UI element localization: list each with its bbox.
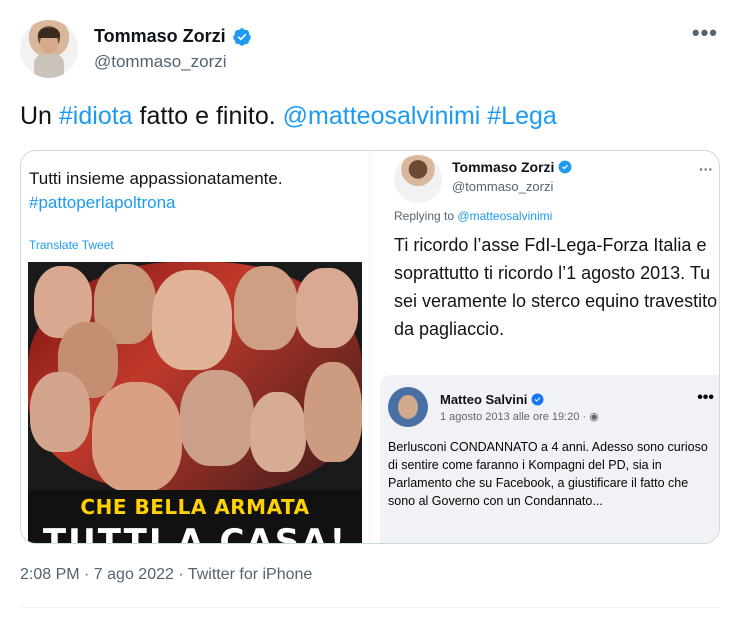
facebook-post-screenshot: Matteo Salvini 1 agosto 2013 alle ore 19…: [380, 375, 719, 543]
author-name-row[interactable]: Tommaso Zorzi: [94, 26, 252, 47]
quoted-author-handle: @tommaso_zorzi: [452, 179, 554, 194]
politicians-collage-image: CHE BELLA ARMATA SINISTRATA 🤣 TUTTI A CA…: [28, 262, 362, 543]
tweet-link-1[interactable]: #idiota: [59, 102, 133, 130]
collage-banner-top: CHE BELLA ARMATA SINISTRATA 🤣: [28, 490, 362, 543]
fb-avatar: [388, 387, 428, 427]
divider: [20, 607, 720, 608]
fb-date: 1 agosto 2013 alle ore 19:20 · ◉: [440, 411, 599, 423]
verified-badge-icon: [559, 160, 572, 174]
tweet-text-part-2: fatto e finito.: [132, 102, 283, 130]
fb-author-name: Matteo Salvini: [440, 392, 528, 407]
quoted-author-name: Tommaso Zorzi: [452, 159, 555, 175]
verified-badge-icon: [232, 27, 251, 46]
replying-prefix: Replying to: [394, 209, 455, 223]
tweet-text: Un #idiota fatto e finito. @matteosalvin…: [20, 102, 557, 131]
author-handle[interactable]: @tommaso_zorzi: [94, 52, 227, 72]
translate-tweet-link[interactable]: Translate Tweet: [29, 238, 114, 252]
quoted-media-card[interactable]: Tutti insieme appassionatamente. #pattop…: [20, 150, 720, 544]
quoted-left-text: Tutti insieme appassionatamente.: [29, 169, 283, 188]
fb-name-row: Matteo Salvini: [440, 392, 544, 407]
quoted-author-avatar: [394, 155, 442, 203]
replying-to: Replying to @matteosalvinimi: [394, 209, 552, 223]
fb-more-icon: •••: [697, 389, 714, 406]
quoted-left-hashtag[interactable]: #pattoperlapoltrona: [29, 193, 176, 213]
collage-banner-bottom: TUTTI A CASA!: [28, 522, 362, 543]
tweet-link-3[interactable]: @matteosalvinimi: [283, 102, 481, 130]
author-name[interactable]: Tommaso Zorzi: [94, 26, 226, 47]
verified-badge-icon: [531, 393, 544, 406]
fb-post-text: Berlusconi CONDANNATO a 4 anni. Adesso s…: [388, 440, 708, 508]
more-options-icon[interactable]: •••: [692, 22, 718, 44]
author-avatar[interactable]: [20, 20, 78, 78]
tweet: Tommaso Zorzi @tommaso_zorzi ••• Un #idi…: [0, 0, 740, 618]
tweet-text-part-0: Un: [20, 102, 59, 130]
quoted-author-name-row: Tommaso Zorzi: [452, 159, 572, 175]
tweet-timestamp[interactable]: 2:08 PM · 7 ago 2022 · Twitter for iPhon…: [20, 566, 312, 584]
tweet-link-5[interactable]: #Lega: [487, 102, 557, 130]
quoted-left-pane: Tutti insieme appassionatamente. #pattop…: [21, 151, 369, 543]
quoted-reply-text: Ti ricordo l’asse FdI-Lega-Forza Italia …: [394, 235, 718, 339]
replying-to-handle: @matteosalvinimi: [457, 209, 553, 223]
quoted-more-icon: ···: [699, 161, 713, 177]
quoted-right-pane: Tommaso Zorzi @tommaso_zorzi ··· Replyin…: [369, 151, 719, 543]
